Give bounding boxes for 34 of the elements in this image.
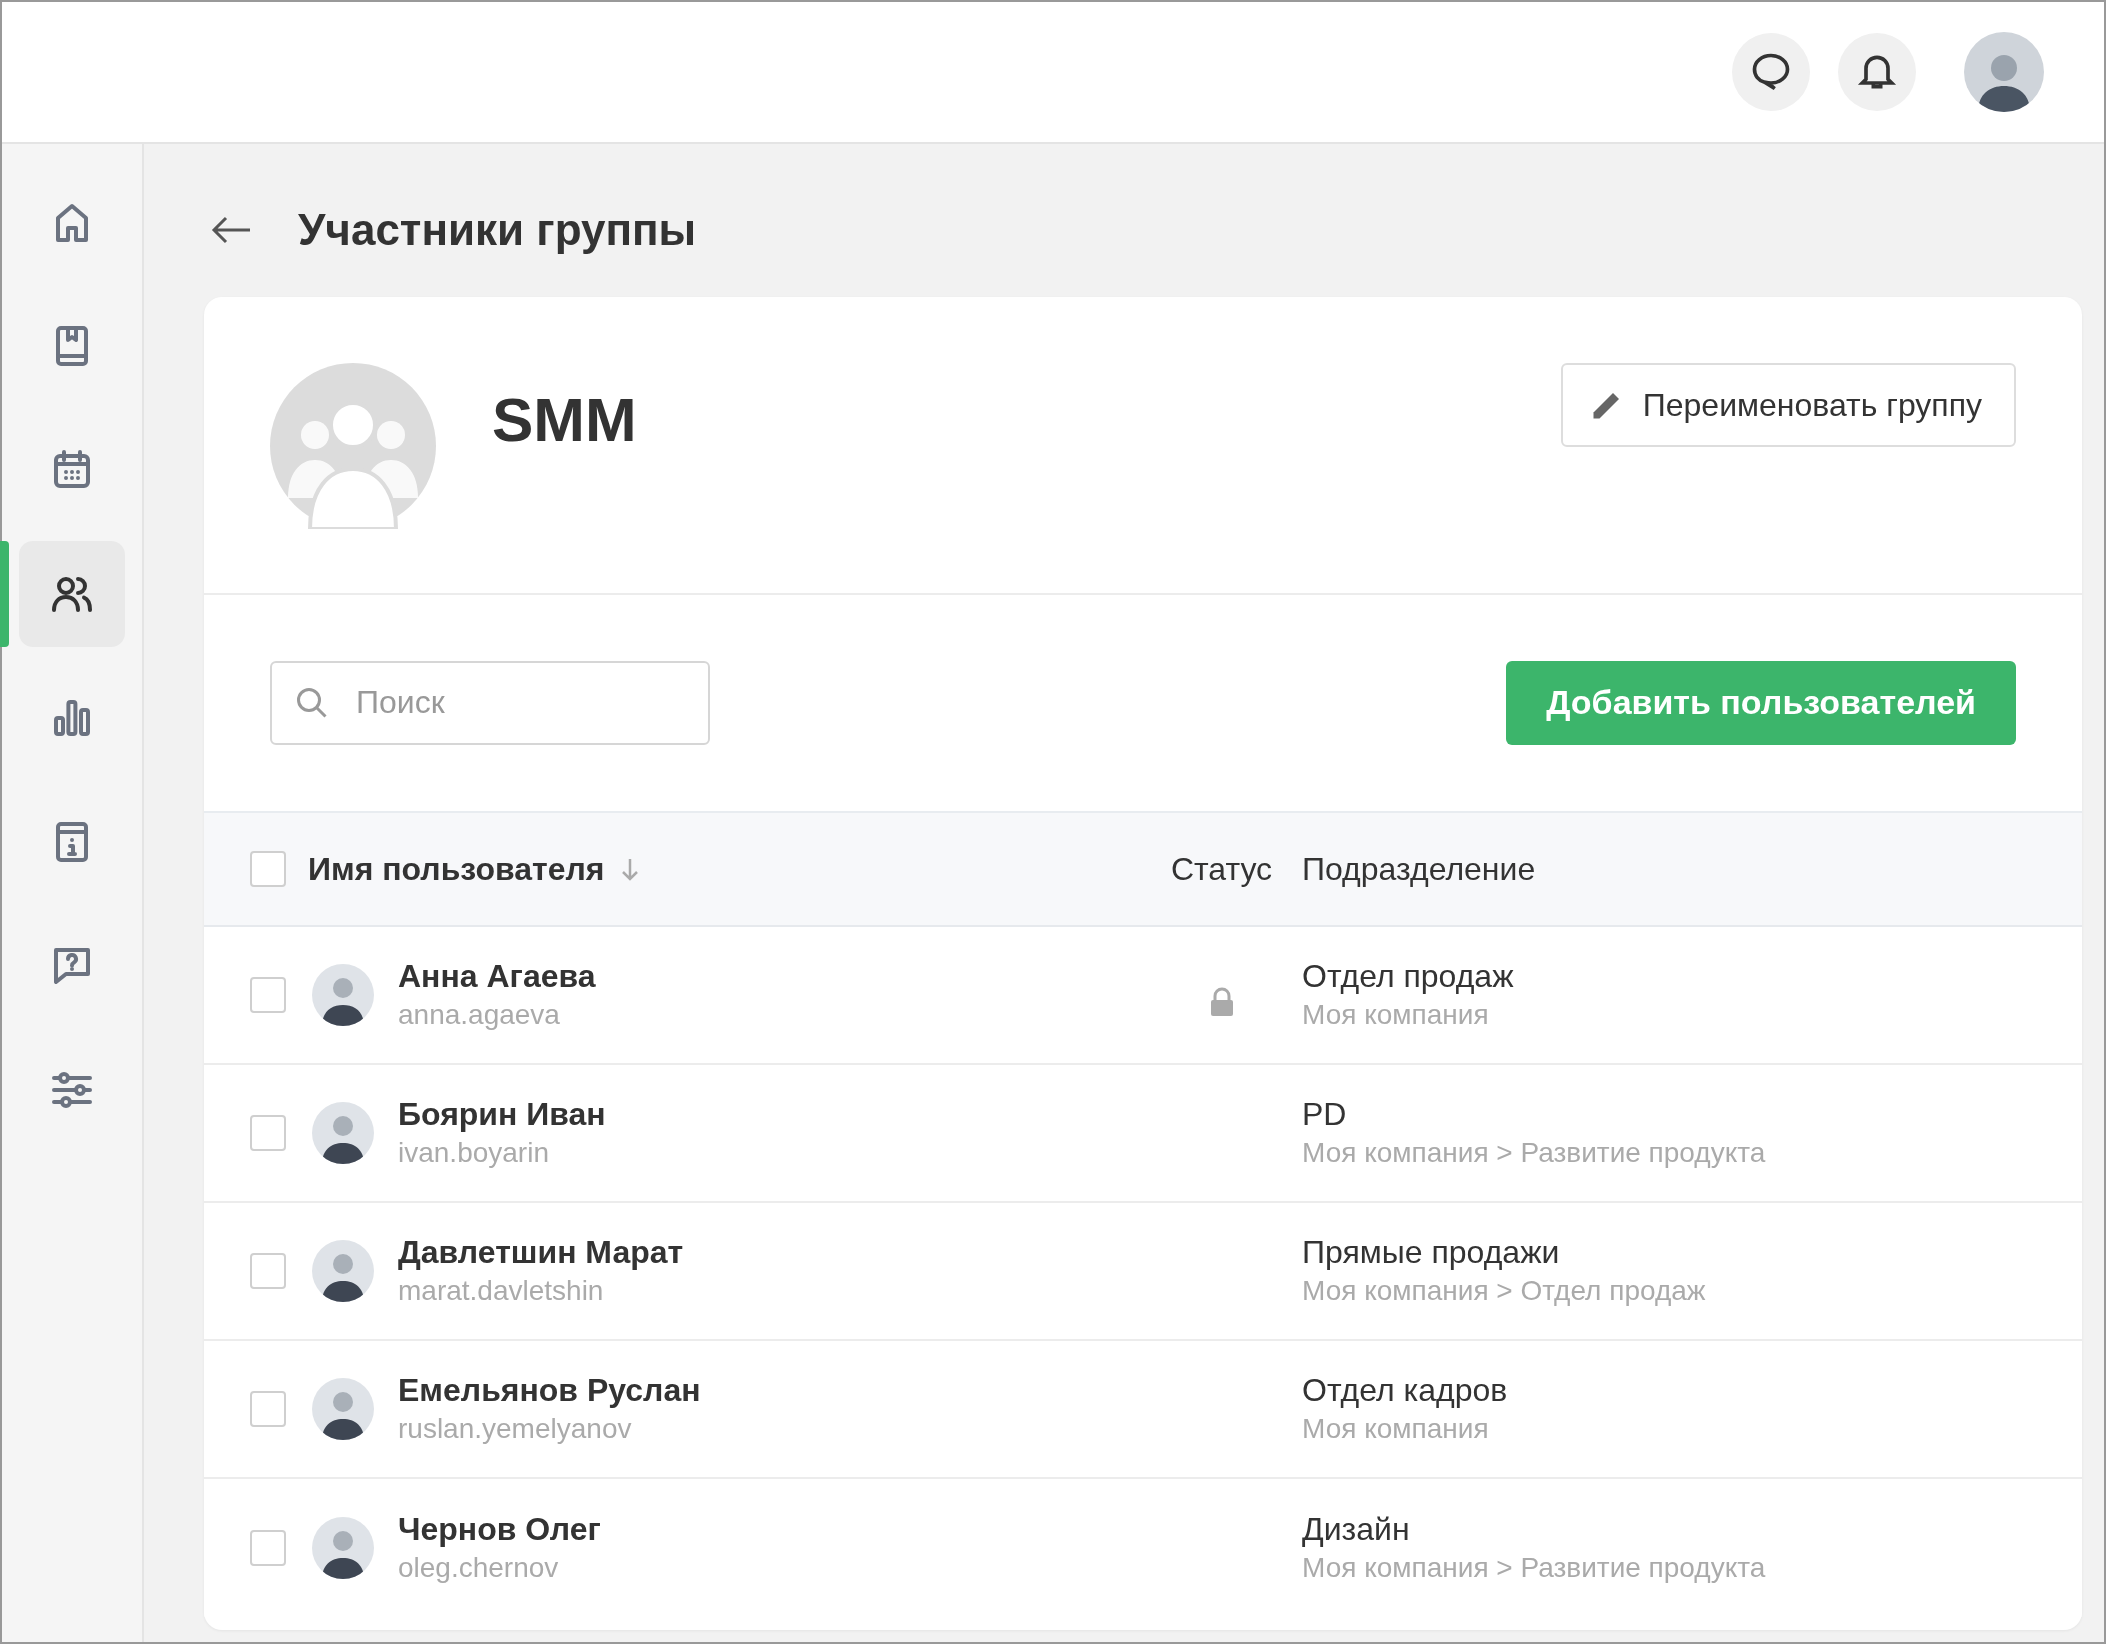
checkbox[interactable] — [250, 1114, 286, 1151]
user-name: Емельянов Руслан — [398, 1370, 701, 1410]
user-name: Чернов Олег — [398, 1509, 601, 1549]
user-login: marat.davletshin — [398, 1274, 605, 1309]
column-header[interactable]: Имя пользователя — [308, 844, 605, 893]
checkbox[interactable] — [250, 850, 286, 887]
department-name: PD — [1302, 1094, 1348, 1134]
user-login: oleg.chernov — [398, 1551, 560, 1586]
column-header[interactable]: Подразделение — [1302, 850, 1536, 887]
user-name: Анна Агаева — [398, 956, 596, 996]
department-name: Дизайн — [1302, 1509, 1411, 1549]
user-name: Давлетшин Марат — [398, 1232, 684, 1272]
user-login: anna.agaeva — [398, 998, 561, 1033]
user-name: Боярин Иван — [398, 1094, 606, 1134]
page-title: Участники группы — [298, 204, 697, 256]
checkbox[interactable] — [250, 976, 286, 1013]
group-name: SMM — [492, 383, 637, 456]
department-path: Моя компания — [1302, 1412, 1490, 1447]
column-header[interactable]: Статус — [1170, 844, 1273, 893]
department-path: Моя компания — [1302, 998, 1490, 1033]
department-name: Прямые продажи — [1302, 1232, 1561, 1272]
search-field[interactable]: Поиск — [270, 660, 710, 745]
department-path: Моя компания > Развитие продукта — [1302, 1136, 1767, 1171]
department-path: Моя компания > Развитие продукта — [1302, 1551, 1767, 1586]
department-name: Отдел кадров — [1302, 1370, 1509, 1410]
checkbox[interactable] — [250, 1390, 286, 1427]
department-name: Отдел продаж — [1302, 956, 1515, 996]
back-arrow-icon[interactable] — [210, 215, 252, 246]
user-login: ruslan.yemelyanov — [398, 1412, 633, 1447]
checkbox[interactable] — [250, 1529, 286, 1566]
user-login: ivan.boyarin — [398, 1136, 550, 1171]
checkbox[interactable] — [250, 1252, 286, 1289]
rename-group-button[interactable]: Переименовать группу — [1560, 362, 2016, 447]
department-path: Моя компания > Отдел продаж — [1302, 1274, 1707, 1309]
